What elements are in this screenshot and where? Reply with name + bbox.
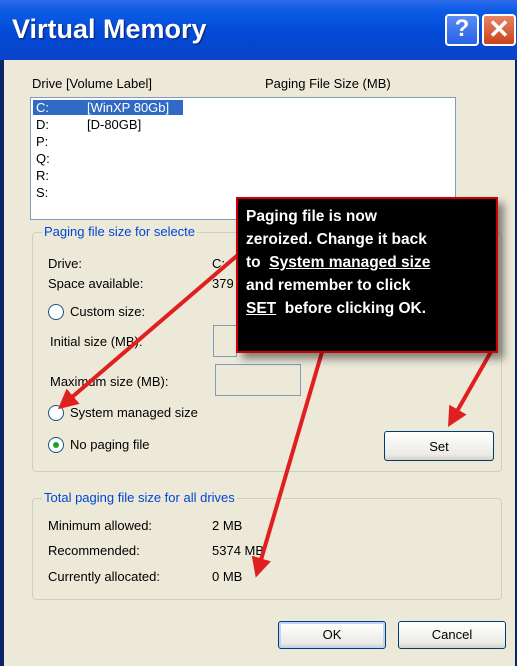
callout-line-3-prefix: to [246, 254, 270, 271]
callout-set-link: SET [246, 300, 277, 317]
callout-line-1: Paging file is now [246, 208, 377, 225]
callout-line-5-suffix: before clicking OK. [276, 300, 427, 317]
annotation-callout: Paging file is now zeroized. Change it b… [236, 197, 498, 353]
callout-line-5: SET before clicking OK. [246, 297, 430, 320]
callout-line-2: zeroized. Change it back [246, 231, 427, 248]
arrow-to-allocated [251, 351, 324, 578]
callout-line-3: to System managed size [246, 251, 430, 274]
virtual-memory-dialog: Virtual Memory ? ✕ Drive [Volume Label] … [0, 0, 517, 666]
callout-system-managed-link: System managed size [269, 254, 431, 271]
arrow-to-set-button [448, 349, 494, 427]
callout-line-4: and remember to click [246, 277, 411, 294]
callout-text: Paging file is now zeroized. Change it b… [246, 205, 430, 320]
arrow-to-system-managed [57, 246, 248, 410]
